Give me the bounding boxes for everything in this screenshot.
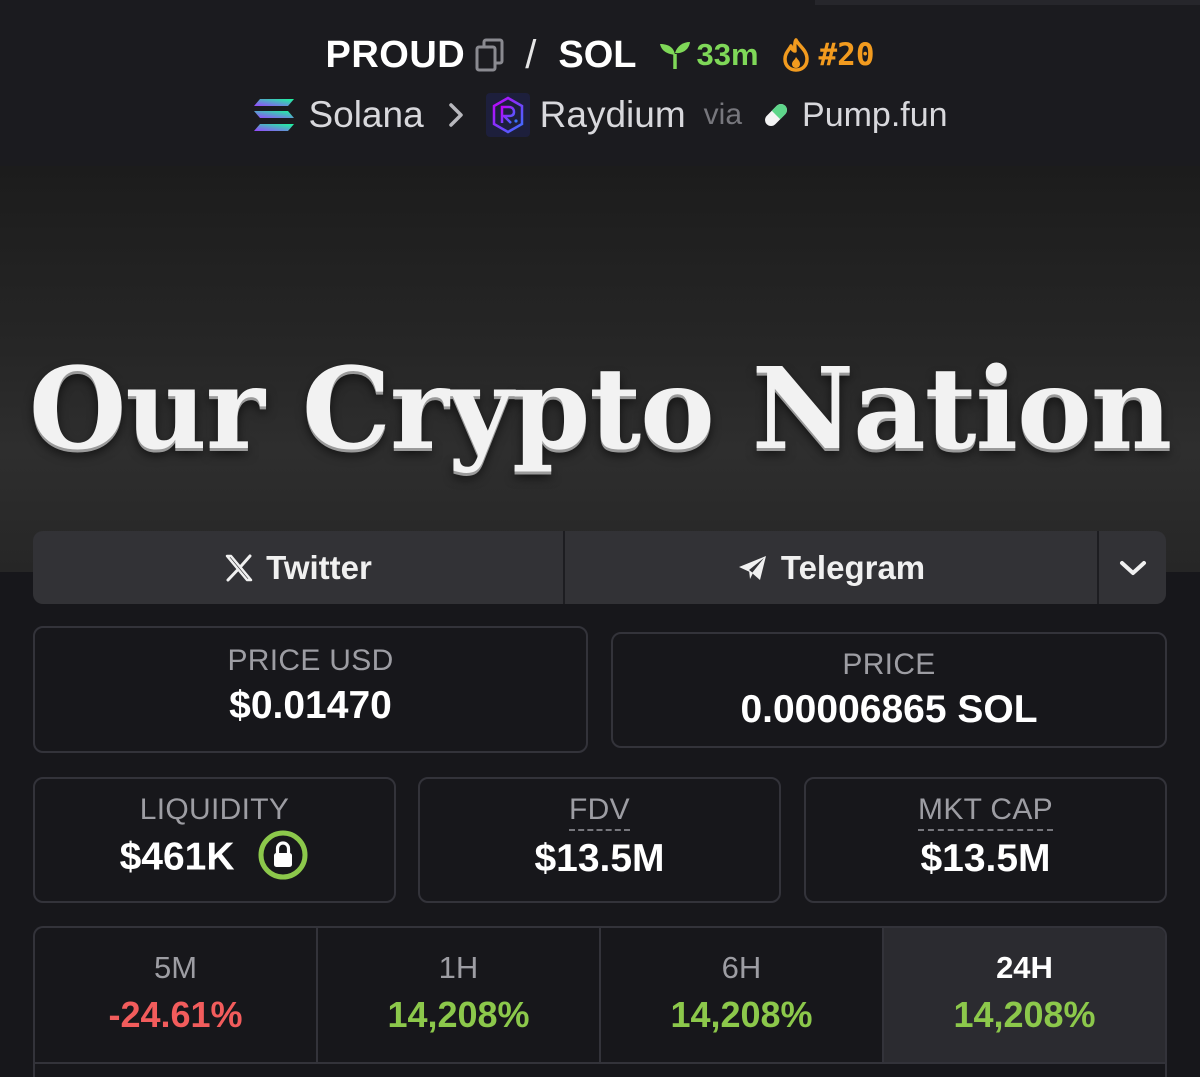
token-banner: Our Crypto Nation bbox=[0, 166, 1200, 572]
telegram-button[interactable]: Telegram bbox=[565, 531, 1099, 604]
divider bbox=[33, 1062, 1167, 1064]
price-native-card: PRICE 0.00006865 SOL bbox=[611, 632, 1167, 748]
pair-base-symbol: PROUD bbox=[325, 33, 466, 76]
trending-rank-value: #20 bbox=[818, 37, 875, 73]
pair-header: PROUD / SOL 33m #20 Solana Raydium via P… bbox=[0, 0, 1200, 166]
chevron-right-icon bbox=[448, 102, 464, 128]
price-usd-value: $0.01470 bbox=[229, 684, 392, 727]
price-change-value: 14,208% bbox=[387, 994, 530, 1035]
tab-1h[interactable]: 1H 14,208% bbox=[318, 928, 601, 1064]
copy-icon[interactable] bbox=[475, 38, 505, 72]
launchpad-link[interactable]: Pump.fun bbox=[760, 96, 948, 135]
tab-label: 5M bbox=[153, 950, 198, 985]
tab-5m[interactable]: 5M -24.61% bbox=[35, 928, 318, 1064]
market-cap-card: MKT CAP $13.5M bbox=[804, 777, 1167, 903]
liquidity-label: LIQUIDITY bbox=[139, 793, 290, 826]
fdv-value: $13.5M bbox=[534, 837, 665, 880]
price-change-value: 14,208% bbox=[953, 994, 1096, 1035]
tab-24h[interactable]: 24H 14,208% bbox=[884, 928, 1165, 1064]
via-label: via bbox=[703, 98, 743, 131]
dex-name: Raydium bbox=[539, 94, 686, 135]
sprout-icon bbox=[660, 42, 691, 69]
dex-link[interactable]: Raydium bbox=[485, 93, 686, 137]
liquidity-row: $461K bbox=[35, 830, 394, 885]
solana-icon bbox=[254, 99, 295, 131]
tab-label: 6H bbox=[721, 950, 762, 985]
breadcrumb: Solana Raydium via Pump.fun bbox=[0, 92, 1200, 138]
pair-quote-symbol: SOL bbox=[558, 33, 637, 76]
header-top-strip bbox=[815, 0, 1200, 5]
more-links-button[interactable] bbox=[1099, 531, 1166, 604]
price-change-value: -24.61% bbox=[108, 994, 243, 1035]
x-logo-icon bbox=[225, 554, 253, 581]
market-cap-value: $13.5M bbox=[920, 837, 1051, 880]
liquidity-value: $461K bbox=[119, 835, 235, 879]
twitter-label: Twitter bbox=[266, 548, 372, 586]
market-cap-label[interactable]: MKT CAP bbox=[918, 793, 1053, 831]
tab-label: 24H bbox=[996, 950, 1053, 985]
pair-separator: / bbox=[525, 32, 537, 77]
trending-rank[interactable]: #20 bbox=[781, 37, 875, 73]
launchpad-name: Pump.fun bbox=[802, 95, 948, 134]
lock-icon[interactable] bbox=[257, 829, 309, 881]
tab-6h[interactable]: 6H 14,208% bbox=[601, 928, 884, 1064]
fdv-label[interactable]: FDV bbox=[569, 793, 630, 831]
price-native-label: PRICE bbox=[842, 648, 936, 681]
pair-title-row: PROUD / SOL 33m #20 bbox=[0, 30, 1200, 80]
tab-label: 1H bbox=[438, 950, 479, 985]
fdv-card: FDV $13.5M bbox=[418, 777, 781, 903]
chevron-down-icon bbox=[1119, 560, 1146, 575]
flame-icon bbox=[782, 38, 809, 72]
price-change-tabs: 5M -24.61% 1H 14,208% 6H 14,208% 24H 14,… bbox=[33, 926, 1167, 1077]
chain-name: Solana bbox=[308, 94, 424, 135]
pill-icon bbox=[765, 104, 787, 126]
telegram-label: Telegram bbox=[780, 548, 926, 586]
pair-age: 33m bbox=[658, 37, 759, 73]
social-links-bar: Twitter Telegram bbox=[33, 531, 1166, 604]
pair-age-value: 33m bbox=[696, 37, 759, 72]
price-usd-card: PRICE USD $0.01470 bbox=[33, 626, 588, 753]
price-change-value: 14,208% bbox=[670, 994, 813, 1035]
raydium-icon bbox=[485, 93, 530, 137]
chain-link[interactable]: Solana bbox=[252, 94, 424, 136]
telegram-icon bbox=[738, 555, 766, 580]
banner-title: Our Crypto Nation bbox=[28, 344, 1172, 475]
price-native-value: 0.00006865 SOL bbox=[740, 688, 1038, 731]
price-usd-label: PRICE USD bbox=[227, 644, 394, 677]
liquidity-card: LIQUIDITY $461K bbox=[33, 777, 396, 903]
twitter-button[interactable]: Twitter bbox=[33, 531, 565, 604]
